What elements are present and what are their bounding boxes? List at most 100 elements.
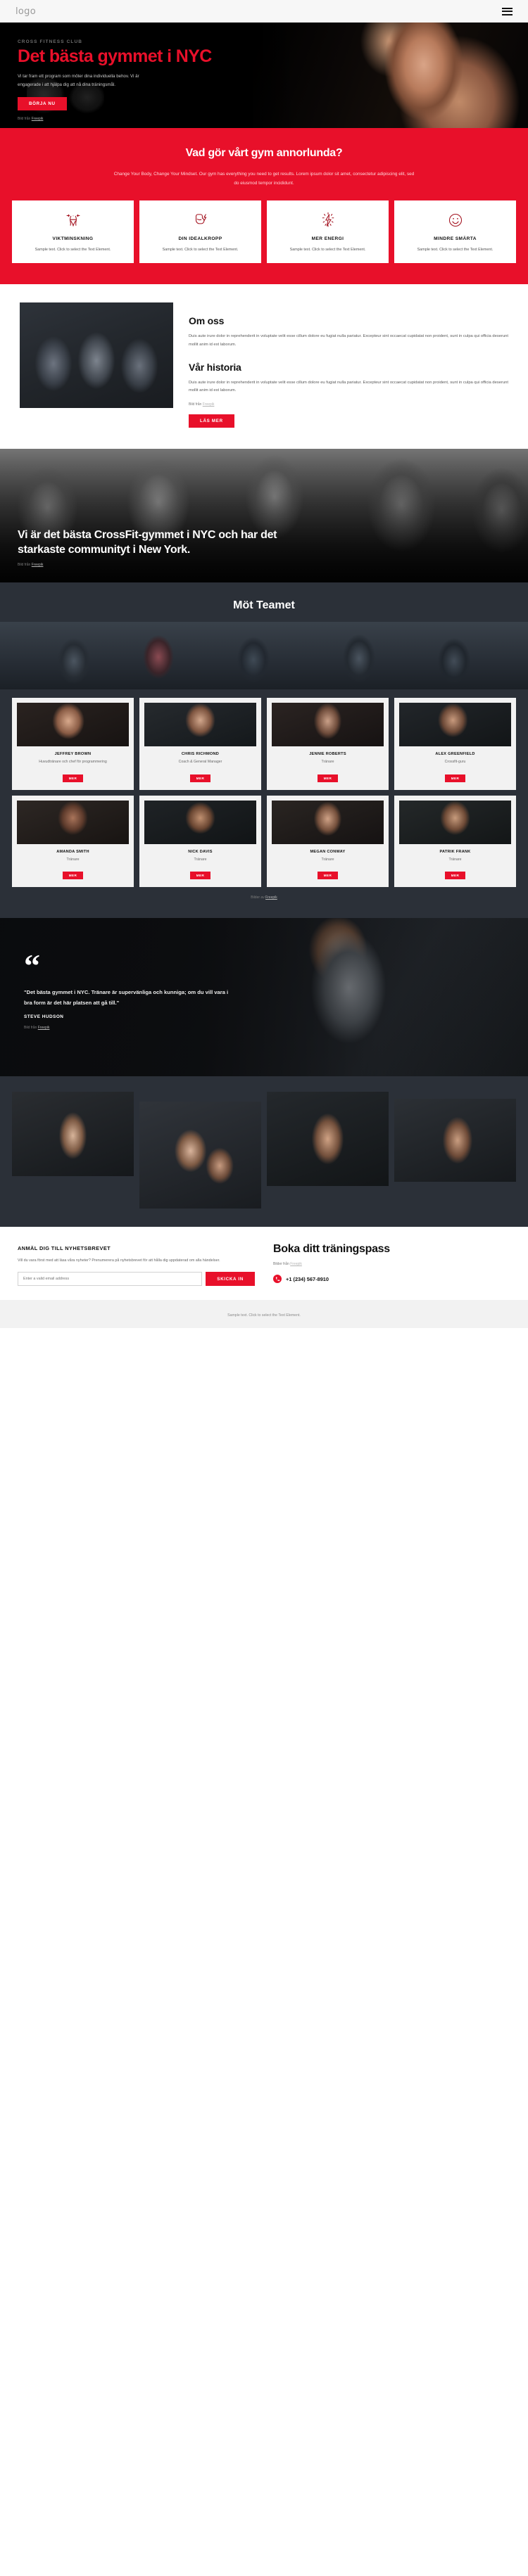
member-more-button[interactable]: MER [317, 774, 339, 782]
member-photo [399, 800, 511, 844]
feature-body: Sample text. Click to select the Text El… [417, 247, 494, 252]
member-name: NICK DAVIS [188, 849, 213, 854]
testimonial-quote: "Det bästa gymmet i NYC. Tränare är supe… [24, 989, 229, 1007]
team-member-grid: JEFFREY BROWN Huvudtränare och chef för … [0, 698, 528, 887]
credit-link[interactable]: Freepik [38, 1026, 50, 1030]
about-paragraph: Duis aute irure dolor in reprehenderit i… [189, 333, 508, 347]
feature-title: MER ENERGI [311, 236, 344, 241]
features-heading: Vad gör vårt gym annorlunda? [185, 147, 343, 159]
feature-title: MINDRE SMÄRTA [434, 236, 477, 241]
gallery-photo-1 [12, 1091, 134, 1176]
credit-prefix: Bilder från [273, 1262, 291, 1267]
member-more-button[interactable]: MER [444, 871, 466, 879]
history-heading: Vår historia [189, 361, 241, 373]
phone-number: +1 (234) 567-8910 [286, 1275, 329, 1282]
team-member-card[interactable]: JENNIE ROBERTS Tränare MER [267, 698, 389, 790]
about-section: Om oss Duis aute irure dolor in reprehen… [0, 283, 528, 449]
hero-paragraph: Vi tar fram ett program som möter dina i… [18, 73, 139, 87]
credit-link[interactable]: Freepik [32, 117, 44, 121]
gallery-item[interactable] [12, 1091, 134, 1176]
lightning-bolt-icon [273, 210, 382, 231]
member-more-button[interactable]: MER [62, 871, 84, 879]
member-photo [144, 703, 256, 747]
testimonial-section: “ "Det bästa gymmet i NYC. Tränare är su… [0, 917, 528, 1076]
team-member-card[interactable]: JEFFREY BROWN Huvudtränare och chef för … [12, 698, 134, 790]
hero-cta-button[interactable]: BÖRJA NU [18, 96, 67, 110]
member-photo [272, 800, 384, 844]
about-photo [20, 302, 173, 408]
credit-link[interactable]: Freepik [203, 402, 215, 407]
footer-bottom-bar: Sample text. Click to select the Text El… [0, 1300, 528, 1329]
member-role: Crossfit-guru [444, 760, 466, 765]
subscribe-button[interactable]: SKICKA IN [206, 1272, 255, 1287]
gallery-item[interactable] [139, 1092, 261, 1209]
credit-link[interactable]: Freepik [290, 1262, 302, 1266]
feature-card[interactable]: MER ENERGI Sample text. Click to select … [267, 200, 389, 263]
team-hero-image [0, 622, 528, 690]
credit-link[interactable]: Freepik [265, 895, 277, 900]
member-name: CHRIS RICHMOND [181, 752, 220, 757]
member-more-button[interactable]: MER [444, 774, 466, 782]
feature-card-list: VIKTMINSKNING Sample text. Click to sele… [0, 200, 528, 263]
feature-body: Sample text. Click to select the Text El… [289, 247, 366, 252]
email-input[interactable] [18, 1272, 203, 1287]
booking-block: Boka ditt träningspass Bilder från Freep… [273, 1242, 510, 1284]
band-heading: Vi är det bästa CrossFit-gymmet i NYC oc… [18, 529, 277, 556]
feature-body: Sample text. Click to select the Text El… [162, 247, 239, 252]
credit-prefix: Bild från [18, 116, 32, 121]
member-role: Tränare [448, 857, 462, 862]
newsletter-block: ANMÄL DIG TILL NYHETSBREVET Vill du vara… [18, 1242, 255, 1287]
hamburger-menu-icon[interactable] [502, 7, 513, 15]
gallery-photo-4 [394, 1098, 516, 1182]
footer-bottom-text: Sample text. Click to select the Text El… [227, 1313, 301, 1318]
feature-card[interactable]: MINDRE SMÄRTA Sample text. Click to sele… [394, 200, 516, 263]
credit-prefix: Bild från [18, 563, 32, 568]
credit-link[interactable]: Freepik [32, 563, 44, 567]
team-member-card[interactable]: PATRIK FRANK Tränare MER [394, 795, 516, 887]
site-logo[interactable]: logo [15, 6, 36, 17]
team-member-card[interactable]: ALEX GREENFIELD Crossfit-guru MER [394, 698, 516, 790]
member-role: Coach & General Manager [178, 760, 222, 765]
quote-mark-icon: “ [24, 947, 40, 983]
about-heading: Om oss [189, 314, 225, 326]
feature-title: VIKTMINSKNING [52, 236, 94, 241]
gallery-item[interactable] [394, 1092, 516, 1182]
member-role: Tränare [321, 857, 334, 862]
team-member-card[interactable]: NICK DAVIS Tränare MER [139, 795, 261, 887]
community-band-section: Vi är det bästa CrossFit-gymmet i NYC oc… [0, 449, 528, 583]
feature-body: Sample text. Click to select the Text El… [34, 247, 111, 252]
phone-icon [273, 1275, 282, 1284]
testimonial-image-credit: Bild från Freepik [24, 1026, 235, 1030]
gallery-photo-3 [267, 1091, 389, 1186]
credit-prefix: Bilder av [251, 895, 266, 900]
member-more-button[interactable]: MER [317, 871, 339, 879]
member-name: ALEX GREENFIELD [435, 752, 475, 757]
hero-title: Det bästa gymmet i NYC [18, 46, 212, 66]
member-name: JEFFREY BROWN [54, 752, 92, 757]
feature-card[interactable]: DIN IDEALKROPP Sample text. Click to sel… [139, 200, 261, 263]
gallery-item[interactable] [267, 1091, 389, 1186]
team-member-card[interactable]: MEGAN CONWAY Tränare MER [267, 795, 389, 887]
band-image-credit: Bild från Freepik [18, 563, 320, 567]
booking-title: Boka ditt träningspass [273, 1242, 390, 1255]
gallery-photo-2 [139, 1101, 261, 1209]
member-more-button[interactable]: MER [189, 871, 211, 879]
waist-measure-icon [18, 210, 127, 231]
member-photo [272, 703, 384, 747]
team-section: Möt Teamet JEFFREY BROWN Huvudtränare oc… [0, 582, 528, 918]
site-footer: ANMÄL DIG TILL NYHETSBREVET Vill du vara… [0, 1226, 528, 1287]
team-member-card[interactable]: AMANDA SMITH Tränare MER [12, 795, 134, 887]
phone-row[interactable]: +1 (234) 567-8910 [273, 1275, 510, 1284]
member-more-button[interactable]: MER [189, 774, 211, 782]
feature-card[interactable]: VIKTMINSKNING Sample text. Click to sele… [12, 200, 134, 263]
testimonial-author: STEVE HUDSON [24, 1014, 64, 1020]
member-role: Huvudtränare och chef för programmering [39, 760, 107, 765]
member-more-button[interactable]: MER [62, 774, 84, 782]
member-name: JENNIE ROBERTS [309, 752, 346, 757]
member-photo [17, 800, 129, 844]
member-photo [399, 703, 511, 747]
team-member-card[interactable]: CHRIS RICHMOND Coach & General Manager M… [139, 698, 261, 790]
about-cta-button[interactable]: LÄS MER [189, 414, 234, 428]
member-name: PATRIK FRANK [439, 849, 471, 854]
features-lede: Change Your Body, Change Your Mindset. O… [113, 171, 415, 186]
